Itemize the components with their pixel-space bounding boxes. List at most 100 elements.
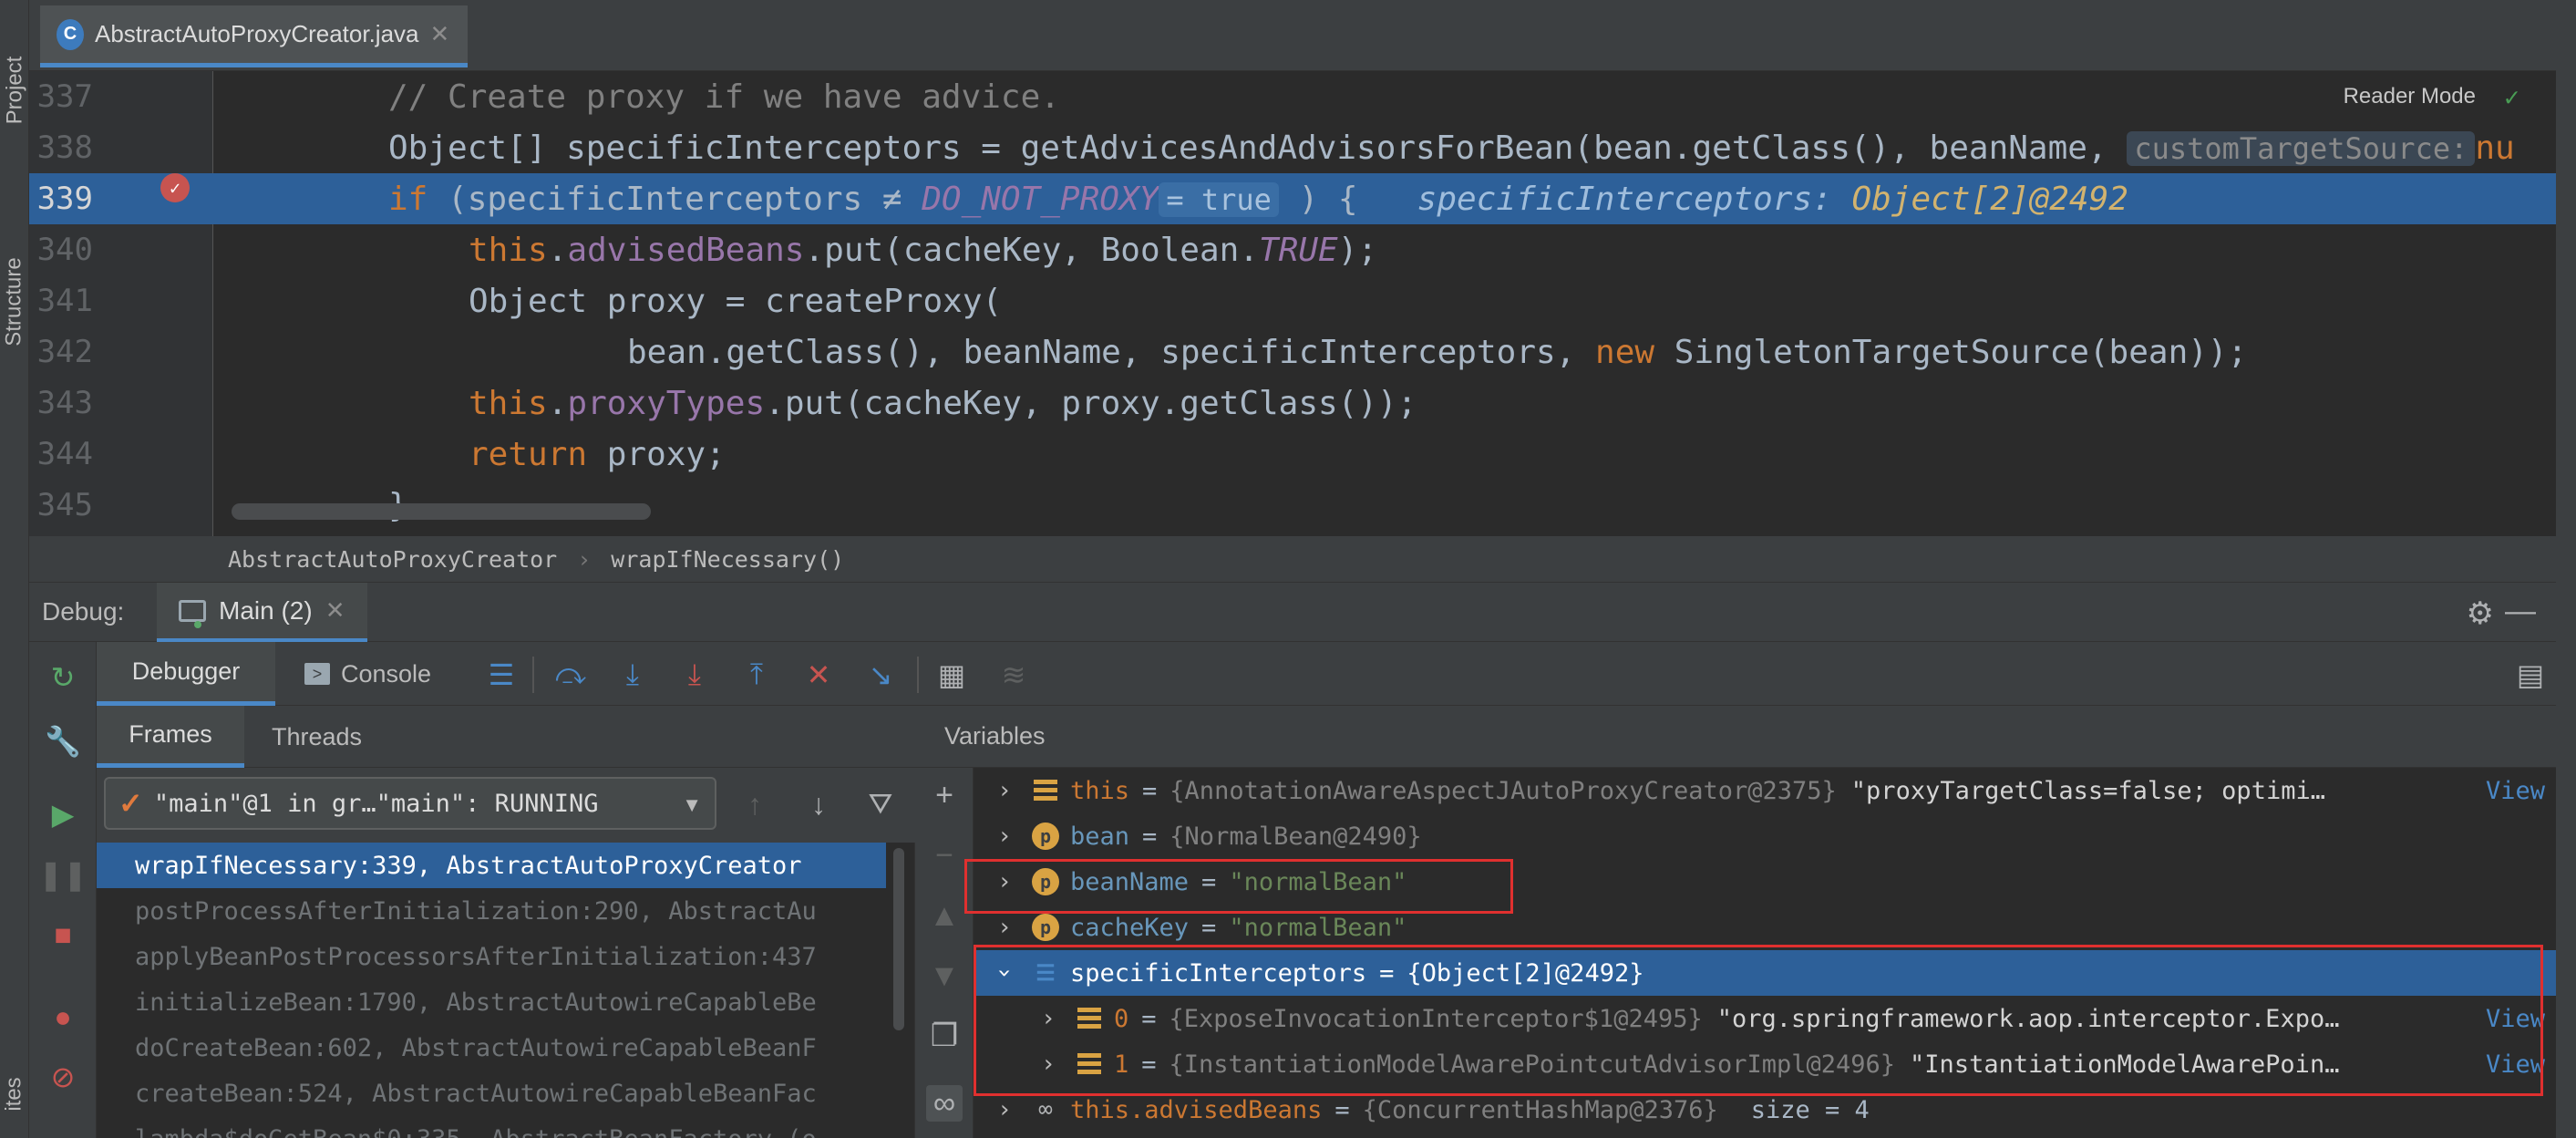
variable-row-bean[interactable]: › p bean = {NormalBean@2490}: [974, 813, 2556, 859]
pause-icon[interactable]: ❚❚: [38, 857, 88, 892]
expand-arrow-icon[interactable]: ›: [994, 1096, 1015, 1123]
code-line-342: 342 bean.getClass(), beanName, specificI…: [29, 326, 2556, 378]
frames-threads-tabs: Frames Threads: [97, 706, 915, 768]
evaluate-expression-icon[interactable]: ▦: [933, 657, 970, 693]
horizontal-scrollbar[interactable]: [232, 503, 651, 520]
close-tab-icon[interactable]: ✕: [430, 20, 450, 48]
project-tool-tab[interactable]: Project: [0, 13, 29, 168]
tab-console[interactable]: > Console: [304, 642, 431, 706]
java-class-icon: C: [57, 18, 84, 50]
mute-breakpoints-icon[interactable]: ⊘: [46, 1060, 80, 1094]
field-icon: [1032, 777, 1059, 804]
force-step-into-icon[interactable]: ⤓: [676, 657, 713, 693]
frame-row[interactable]: applyBeanPostProcessorsAfterInitializati…: [97, 934, 886, 979]
code-comment: // Create proxy if we have advice.: [388, 78, 1060, 116]
filter-icon[interactable]: ⛛: [862, 786, 899, 822]
line-number: 344: [36, 436, 93, 472]
previous-frame-icon[interactable]: ↑: [737, 786, 773, 822]
tab-console-label: Console: [341, 659, 432, 688]
layout-settings-icon[interactable]: ▤: [2512, 657, 2549, 693]
tab-threads[interactable]: Threads: [272, 706, 362, 768]
close-session-icon[interactable]: ✕: [325, 596, 345, 625]
code-text: Object[] specificInterceptors = getAdvic…: [388, 129, 2515, 167]
check-icon: ✓: [118, 787, 143, 820]
code-line-338: 338 Object[] specificInterceptors = getA…: [29, 122, 2556, 173]
parameter-hint: customTargetSource:: [2127, 130, 2476, 166]
expand-arrow-icon[interactable]: ›: [994, 914, 1015, 941]
favorites-tool-tab[interactable]: ites: [0, 1058, 29, 1131]
thread-selector-bar: ✓ "main"@1 in gr…"main": RUNNING ▼ ↑ ↓ ⛛: [97, 768, 915, 843]
watches-toggle-icon[interactable]: ∞: [926, 1085, 963, 1122]
thread-select-value: "main"@1 in gr…"main": RUNNING: [153, 789, 599, 818]
inline-value-hint: = true: [1159, 181, 1279, 217]
gear-icon[interactable]: ⚙: [2467, 595, 2494, 632]
line-number: 337: [36, 78, 93, 115]
highlight-box-specificInterceptors: [974, 945, 2543, 1096]
editor-tab-label: AbstractAutoProxyCreator.java: [95, 20, 419, 47]
frame-row[interactable]: doCreateBean:602, AbstractAutowireCapabl…: [97, 1025, 886, 1071]
left-tool-strip: Project Structure ites: [0, 0, 29, 1138]
duplicate-watch-icon[interactable]: ❐: [926, 1018, 963, 1054]
drop-frame-icon[interactable]: ✕: [800, 657, 837, 693]
frame-row-selected[interactable]: wrapIfNecessary:339, AbstractAutoProxyCr…: [97, 843, 886, 888]
editor-tab-bar: C AbstractAutoProxyCreator.java ✕: [29, 0, 2556, 71]
stop-icon[interactable]: ■: [46, 917, 80, 952]
step-into-icon[interactable]: ⤓: [614, 657, 651, 693]
rerun-icon[interactable]: ↻: [46, 660, 80, 695]
code-line-343: 343 this.proxyTypes.put(cacheKey, proxy.…: [29, 378, 2556, 429]
step-over-icon[interactable]: ⤼: [552, 657, 589, 693]
tab-debugger[interactable]: Debugger: [97, 642, 275, 706]
show-execution-point-icon[interactable]: ☰: [483, 657, 520, 693]
frame-row[interactable]: createBean:524, AbstractAutowireCapableB…: [97, 1071, 886, 1116]
next-frame-icon[interactable]: ↓: [800, 786, 837, 822]
expand-arrow-icon[interactable]: ›: [994, 777, 1015, 804]
code-line-340: 340 this.advisedBeans.put(cacheKey, Bool…: [29, 224, 2556, 275]
thread-select[interactable]: ✓ "main"@1 in gr…"main": RUNNING ▼: [104, 777, 716, 830]
breadcrumb-method[interactable]: wrapIfNecessary(): [611, 546, 844, 573]
run-to-cursor-icon[interactable]: ↘: [862, 657, 899, 693]
chevron-down-icon: ▼: [682, 793, 702, 816]
variables-toolbar: + − ▲ ▼ ❐ ∞: [915, 768, 974, 1138]
inline-debug-name: specificInterceptors:: [1417, 180, 1832, 218]
frame-row[interactable]: initializeBean:1790, AbstractAutowireCap…: [97, 979, 886, 1025]
code-editor[interactable]: Reader Mode ✓ 337 // Create proxy if we …: [29, 71, 2556, 536]
code-text: bean.getClass(), beanName, specificInter…: [627, 333, 2248, 371]
move-down-icon[interactable]: ▼: [926, 957, 963, 994]
trace-stream-icon[interactable]: ≋: [995, 657, 1032, 693]
structure-tool-tab[interactable]: Structure: [0, 215, 29, 388]
console-icon: >: [304, 663, 330, 685]
frame-row[interactable]: postProcessAfterInitialization:290, Abst…: [97, 888, 886, 934]
tab-frames[interactable]: Frames: [97, 706, 244, 768]
inline-debug-value: Object[2]@2492: [1851, 180, 2128, 218]
resume-icon[interactable]: ▶: [46, 797, 80, 832]
toolbar-divider: [532, 657, 534, 693]
frames-list[interactable]: wrapIfNecessary:339, AbstractAutoProxyCr…: [97, 843, 886, 1138]
variable-row-this[interactable]: › this = {AnnotationAwareAspectJAutoProxyC…: [974, 768, 2556, 813]
frames-scrollbar[interactable]: [888, 843, 910, 1138]
line-number: 339: [36, 181, 93, 217]
step-out-icon[interactable]: ⤒: [738, 657, 775, 693]
frame-row[interactable]: lambda$doGetBean$0:335, AbstractBeanFact…: [97, 1116, 886, 1138]
minimize-icon[interactable]: —: [2505, 594, 2536, 629]
editor-tab-abstract-auto-proxy-creator[interactable]: C AbstractAutoProxyCreator.java ✕: [40, 5, 469, 67]
parameter-icon: p: [1032, 914, 1059, 941]
breakpoint-icon[interactable]: ✓: [160, 173, 190, 202]
line-number: 343: [36, 385, 93, 421]
view-breakpoints-icon[interactable]: ●: [46, 999, 80, 1034]
line-number: 345: [36, 487, 93, 523]
add-watch-icon[interactable]: +: [926, 777, 963, 813]
breadcrumb: AbstractAutoProxyCreator › wrapIfNecessa…: [29, 536, 2556, 582]
scrollbar-thumb[interactable]: [893, 848, 904, 1030]
wrench-icon[interactable]: 🔧: [45, 724, 81, 759]
breadcrumb-class[interactable]: AbstractAutoProxyCreator: [228, 546, 557, 573]
view-link[interactable]: View: [2486, 777, 2545, 805]
code-text: this.proxyTypes.put(cacheKey, proxy.getC…: [469, 384, 1417, 422]
move-up-icon[interactable]: ▲: [926, 897, 963, 934]
line-number: 338: [36, 129, 93, 166]
debug-session-tab-main[interactable]: Main (2) ✕: [157, 583, 367, 643]
code-line-344: 344 return proxy;: [29, 429, 2556, 480]
application-icon: [179, 599, 206, 628]
code-text: return proxy;: [469, 435, 726, 473]
remove-watch-icon[interactable]: −: [926, 837, 963, 874]
expand-arrow-icon[interactable]: ›: [994, 822, 1015, 850]
